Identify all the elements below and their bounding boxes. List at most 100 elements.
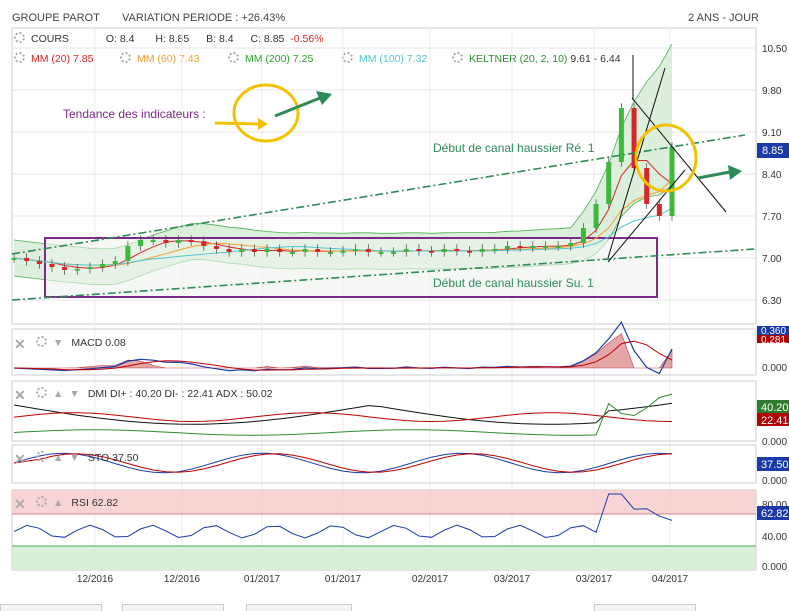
dmi-controls: ✕ ▲ ▼ DMI DI+ : 40.20 DI- : 22.41 ADX : 50.… (14, 387, 273, 403)
candle (289, 252, 295, 254)
candle (479, 249, 485, 252)
time-tick-label: 01/2017 (244, 574, 281, 585)
candle (36, 261, 42, 264)
rsi-value: 62.82 (91, 497, 119, 509)
dmi-label: DMI (87, 388, 108, 400)
yellow-arrow (214, 121, 259, 126)
canal-resistance-label: Début de canal haussier Ré. 1 (433, 141, 595, 155)
candle (24, 258, 30, 261)
time-tick-label: 02/2017 (412, 574, 449, 585)
candle (555, 246, 561, 248)
price-tick-label: 9.80 (762, 86, 782, 97)
candle (201, 241, 207, 246)
candle (251, 249, 257, 252)
time-tick-label: 03/2017 (576, 574, 613, 585)
gear-icon[interactable] (36, 451, 47, 462)
candle (11, 258, 17, 260)
macd-badge-2-text: 0.281 (761, 335, 786, 346)
candle (606, 162, 612, 204)
price-axis: 10.50 9.80 9.10 8.40 7.70 7.00 6.30 (762, 44, 787, 307)
gear-icon[interactable] (36, 387, 47, 398)
arrow-up-icon[interactable]: ▲ (53, 497, 63, 509)
candle (416, 249, 422, 251)
bottom-tab-4[interactable] (594, 604, 696, 611)
candle (112, 261, 118, 264)
price-tick-label: 9.10 (762, 128, 782, 139)
price-tick-label: 6.30 (762, 296, 782, 307)
candle (505, 246, 510, 249)
close-icon[interactable]: ✕ (14, 387, 28, 403)
candle (618, 108, 624, 162)
price-tick-label: 8.40 (762, 170, 782, 181)
candle (656, 204, 662, 216)
candle (530, 246, 536, 248)
candle (150, 240, 156, 242)
last-price-value: 8.85 (762, 145, 783, 157)
candle (492, 249, 498, 251)
sto-controls: ✕ ▲ ▼ STO 37.50 (14, 451, 138, 467)
yellow-arrowhead (258, 118, 268, 130)
candle (176, 240, 181, 243)
candle (669, 147, 675, 216)
candle (580, 228, 586, 243)
candle (188, 240, 194, 242)
sto-axis-zero: 0.000 (762, 476, 787, 487)
rsi-axis-zero: 0.000 (762, 562, 787, 573)
chart-canvas[interactable]: Tendance des indicateurs : Début de cana… (0, 0, 789, 611)
arrow-up-icon[interactable]: ▲ (53, 388, 63, 400)
bottom-tab-2[interactable] (122, 604, 224, 611)
candle (264, 249, 270, 252)
candle (163, 240, 169, 243)
bottom-tab-3[interactable] (246, 604, 352, 611)
time-axis: 12/2016 12/2016 01/2017 01/2017 02/2017 03/20… (77, 574, 689, 585)
macd-controls: ✕ ▼ MACD 0.08 (14, 336, 126, 352)
candle (353, 249, 359, 251)
close-icon[interactable]: ✕ (14, 496, 28, 512)
time-tick-label: 12/2016 (164, 574, 201, 585)
candle (403, 249, 409, 252)
tendance-label: Tendance des indicateurs : (63, 107, 206, 121)
candle (125, 246, 131, 261)
candle (517, 246, 523, 248)
candle (441, 249, 447, 252)
time-tick-label: 12/2016 (77, 574, 114, 585)
candle (277, 249, 283, 252)
arrow-up-icon[interactable]: ▲ (53, 452, 63, 464)
arrow-down-icon[interactable]: ▼ (53, 337, 63, 349)
candle (138, 240, 144, 246)
candle (49, 264, 55, 267)
gear-icon[interactable] (36, 336, 47, 347)
candle (391, 252, 397, 254)
candle (74, 268, 80, 271)
candle (365, 249, 371, 252)
candle (593, 204, 599, 228)
candle (213, 246, 219, 249)
rsi-oversold-zone (12, 546, 756, 570)
close-icon[interactable]: ✕ (14, 451, 28, 467)
price-tick-label: 7.00 (762, 254, 782, 265)
rsi-controls: ✕ ▲ RSI 62.82 (14, 496, 119, 512)
price-tick-label: 10.50 (762, 44, 787, 55)
sto-badge-text: 37.50 (761, 459, 789, 471)
rsi-axis-40: 40.00 (762, 532, 787, 543)
candle (62, 267, 68, 270)
green-arrow-right (697, 170, 731, 180)
time-tick-label: 04/2017 (652, 574, 689, 585)
candle (378, 252, 384, 254)
candle (302, 249, 308, 252)
close-icon[interactable]: ✕ (14, 336, 28, 352)
dmi-values: DI+ : 40.20 DI- : 22.41 ADX : 50.02 (109, 388, 273, 400)
macd-axis-zero: 0.000 (762, 363, 787, 374)
time-tick-label: 03/2017 (494, 574, 531, 585)
dmi-axis-zero: 0.000 (762, 437, 787, 448)
sto-label: STO (87, 452, 110, 464)
arrow-down-icon[interactable]: ▼ (69, 452, 79, 464)
arrow-down-icon[interactable]: ▼ (69, 388, 79, 400)
candle (429, 250, 435, 253)
rsi-overbought-zone (12, 490, 756, 514)
candle (467, 250, 473, 253)
candle (87, 267, 93, 269)
bottom-tab-1[interactable] (0, 604, 102, 611)
gear-icon[interactable] (36, 496, 47, 507)
candle (239, 249, 245, 252)
